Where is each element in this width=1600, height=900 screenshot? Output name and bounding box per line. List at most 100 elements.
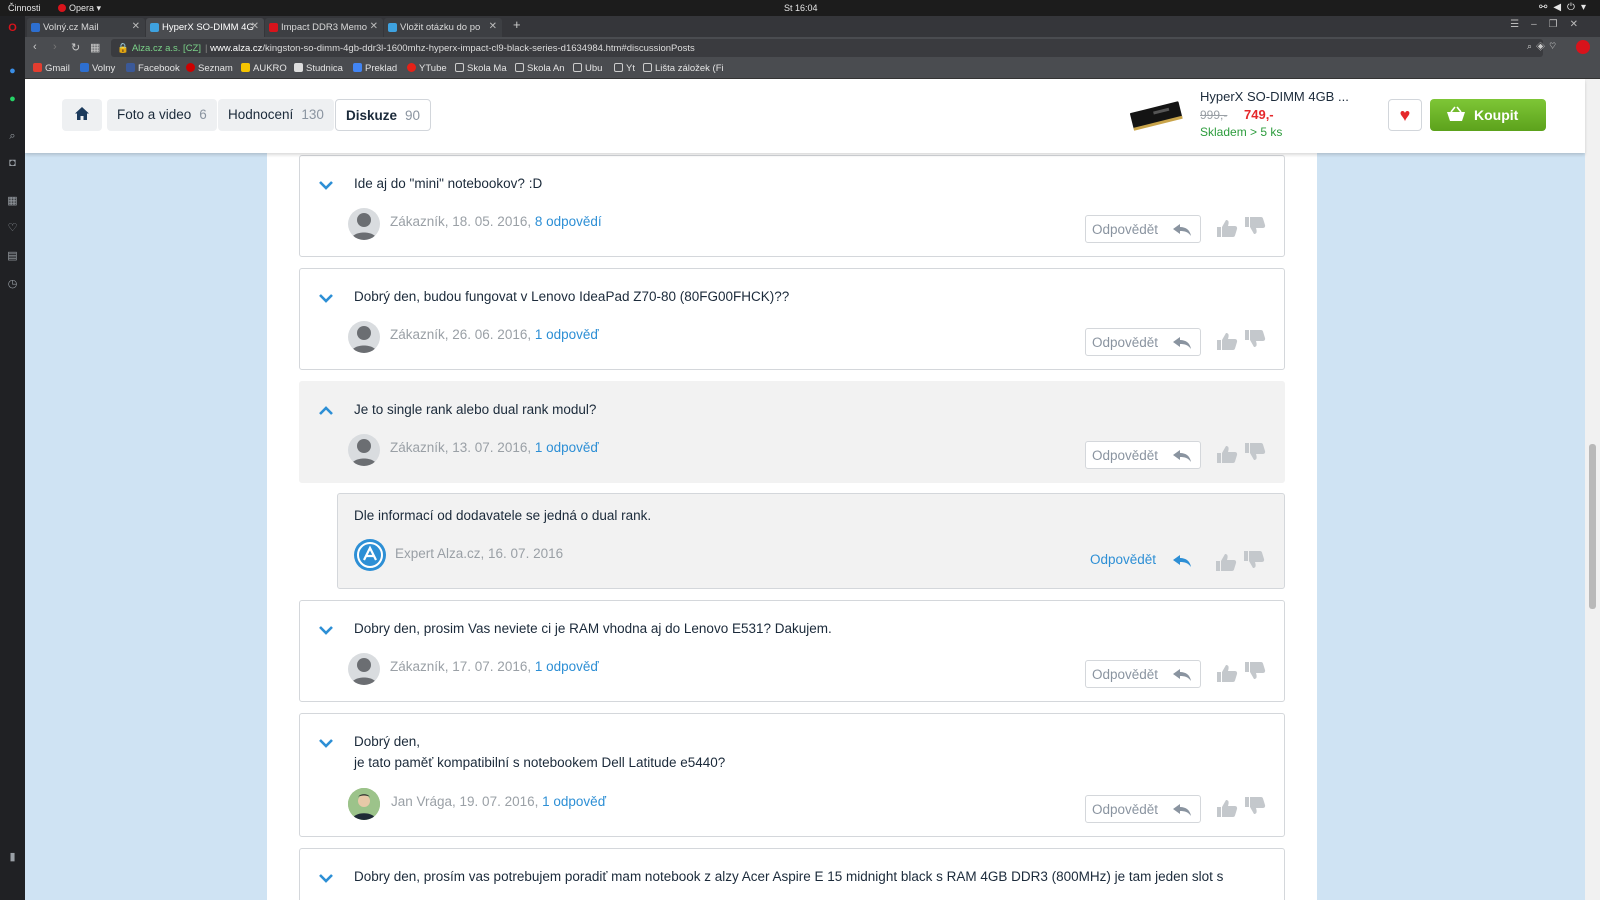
search-icon[interactable]: ⌕ — [6, 130, 19, 143]
camera-icon[interactable]: ◘ — [6, 157, 19, 170]
restore-icon[interactable]: ❐ — [1549, 19, 1570, 30]
bookmark-seznam[interactable]: Seznam — [186, 63, 233, 74]
bookmark-gmail[interactable]: Gmail — [33, 63, 70, 74]
clock[interactable]: St 16:04 — [784, 3, 818, 13]
heart-icon[interactable]: ♡ — [6, 222, 19, 235]
address-field[interactable]: 🔒 Alza.cz a.s. [CZ] | www.alza.cz/kingston… — [111, 39, 1543, 57]
product-thumbnail[interactable] — [1128, 93, 1184, 137]
tabs-grid-icon[interactable]: ▦ — [90, 41, 100, 54]
close-tab-icon[interactable]: ✕ — [370, 21, 378, 32]
chevron-up-icon[interactable] — [318, 406, 334, 416]
history-icon[interactable]: ◷ — [6, 278, 19, 291]
adblock-icon[interactable]: ◈ — [1536, 41, 1549, 51]
question-text: Dobrý den, je tato paměť kompatibilní s … — [354, 731, 725, 773]
bookmark-preklad[interactable]: Preklad — [353, 63, 397, 74]
tab-diskuze[interactable]: Diskuze 90 — [335, 99, 432, 131]
window-controls[interactable]: ☰–❐✕ — [1510, 19, 1590, 30]
tab-impact-ddr3[interactable]: Impact DDR3 Memo ✕ — [265, 18, 383, 37]
opera-account-icon[interactable] — [1576, 40, 1590, 54]
product-name[interactable]: HyperX SO-DIMM 4GB ... — [1200, 89, 1349, 104]
thumb-down-icon[interactable] — [1244, 442, 1266, 462]
sidebar-toggle-icon[interactable]: ▮ — [6, 851, 19, 864]
chevron-down-icon[interactable] — [318, 293, 334, 303]
bookmark-facebook[interactable]: Facebook — [126, 63, 180, 74]
back-icon[interactable]: ‹ — [33, 41, 37, 53]
speed-dial-icon[interactable]: ▦ — [6, 195, 19, 208]
news-icon[interactable]: ▤ — [6, 250, 19, 263]
chevron-down-icon[interactable] — [318, 738, 334, 748]
messenger-icon[interactable]: ● — [6, 65, 19, 78]
reload-icon[interactable]: ↻ — [71, 41, 80, 54]
thumb-down-icon[interactable] — [1243, 550, 1265, 570]
favorite-button[interactable]: ♥ — [1388, 99, 1422, 131]
reply-button[interactable]: Odpovědět — [1085, 215, 1201, 243]
bookmark-label: Ubu — [585, 63, 603, 74]
tab-label: Diskuze — [346, 108, 398, 123]
question-card-expanded: Je to single rank alebo dual rank modul?… — [299, 381, 1285, 483]
url-path: /kingston-so-dimm-4gb-ddr3l-1600mhz-hype… — [262, 43, 695, 54]
scrollbar-thumb[interactable] — [1589, 444, 1596, 609]
thumb-down-icon[interactable] — [1244, 216, 1266, 236]
thumb-up-icon[interactable] — [1216, 798, 1238, 818]
thumb-up-icon[interactable] — [1216, 663, 1238, 683]
answers-link[interactable]: 1 odpověď — [535, 327, 599, 342]
question-text: Dobry den, prosim Vas neviete ci je RAM … — [354, 621, 832, 636]
bookmark-volny[interactable]: Volny — [80, 63, 115, 74]
bookmark-studnica[interactable]: Studnica — [294, 63, 343, 74]
author-date: Zákazník, 26. 06. 2016, — [390, 327, 532, 342]
tab-foto-a-video[interactable]: Foto a video 6 — [107, 99, 217, 131]
bookmark-folder-skola-an[interactable]: Skola An — [515, 63, 565, 74]
tab-hyperx[interactable]: HyperX SO-DIMM 4G ✕ — [146, 18, 264, 37]
thumb-up-icon[interactable] — [1216, 331, 1238, 351]
address-bar-icons[interactable]: ⌕◈♡ — [1527, 41, 1560, 52]
activities-button[interactable]: Činnosti — [8, 3, 41, 13]
close-tab-icon[interactable]: ✕ — [251, 21, 259, 32]
forward-icon[interactable]: › — [53, 41, 57, 53]
chevron-down-icon[interactable] — [318, 180, 334, 190]
tab-volny-mail[interactable]: Volný.cz Mail ✕ — [27, 18, 145, 37]
bookmark-heart-icon[interactable]: ♡ — [1549, 41, 1560, 51]
app-menu[interactable]: Opera ▾ — [58, 3, 101, 14]
bookmark-aukro[interactable]: AUKRO — [241, 63, 287, 74]
tab-vlozit-otazku[interactable]: Vložit otázku do po ✕ — [384, 18, 502, 37]
bookmark-folder-ubu[interactable]: Ubu — [573, 63, 602, 74]
chevron-down-icon[interactable] — [318, 873, 334, 883]
thumb-down-icon[interactable] — [1244, 329, 1266, 349]
page-scrollbar[interactable] — [1585, 79, 1600, 900]
tab-hodnoceni[interactable]: Hodnocení 130 — [218, 99, 334, 131]
bookmark-folder-yt[interactable]: Yt — [614, 63, 635, 74]
tab-menu-icon[interactable]: ☰ — [1510, 19, 1531, 30]
whatsapp-icon[interactable]: ● — [6, 93, 19, 106]
search-icon[interactable]: ⌕ — [1527, 41, 1536, 51]
reply-button[interactable]: Odpovědět — [1085, 328, 1201, 356]
thumb-up-icon[interactable] — [1216, 218, 1238, 238]
close-window-icon[interactable]: ✕ — [1570, 19, 1590, 30]
thumb-down-icon[interactable] — [1244, 796, 1266, 816]
answers-link[interactable]: 1 odpověď — [542, 794, 606, 809]
close-tab-icon[interactable]: ✕ — [489, 21, 497, 32]
chevron-down-icon[interactable] — [318, 625, 334, 635]
new-tab-button[interactable]: + — [513, 17, 521, 32]
thumb-down-icon[interactable] — [1244, 661, 1266, 681]
reply-button[interactable]: Odpovědět — [1085, 660, 1201, 688]
thumb-up-icon[interactable] — [1215, 552, 1237, 572]
home-button[interactable] — [62, 99, 102, 131]
opera-menu-icon[interactable]: O — [6, 22, 19, 35]
system-tray[interactable]: ⚯◀⏻▾ — [1539, 2, 1592, 13]
reply-button[interactable]: Odpovědět — [1085, 441, 1201, 469]
thumb-up-icon[interactable] — [1216, 444, 1238, 464]
reply-label: Odpovědět — [1092, 335, 1159, 350]
bookmark-folder-lista[interactable]: Lišta záložek (Fi — [643, 63, 724, 74]
bookmark-folder-skola-ma[interactable]: Skola Ma — [455, 63, 507, 74]
minimize-icon[interactable]: – — [1531, 19, 1549, 30]
reply-button[interactable]: Odpovědět — [1085, 795, 1201, 823]
bookmark-label: AUKRO — [253, 63, 287, 74]
bookmark-ytube[interactable]: YTube — [407, 63, 447, 74]
buy-button[interactable]: Koupit — [1430, 99, 1546, 131]
opera-logo-icon — [58, 4, 66, 12]
close-tab-icon[interactable]: ✕ — [132, 21, 140, 32]
answers-link[interactable]: 1 odpověď — [535, 440, 599, 455]
answers-link[interactable]: 1 odpověď — [535, 659, 599, 674]
reply-button[interactable]: Odpovědět — [1090, 552, 1191, 567]
answers-link[interactable]: 8 odpovědí — [535, 214, 602, 229]
